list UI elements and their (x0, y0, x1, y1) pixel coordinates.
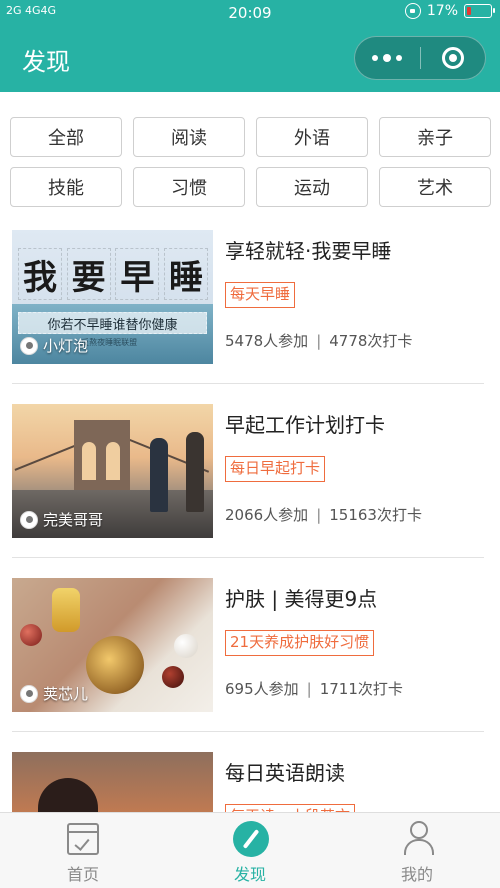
tab-mine[interactable]: 我的 (334, 813, 500, 888)
user-icon (402, 821, 434, 857)
item-title: 每日英语朗读 (225, 761, 345, 785)
stats-separator: | (306, 680, 312, 698)
author-name: 小灯泡 (43, 337, 89, 355)
participants-count: 5478人参加 (225, 332, 309, 350)
item-divider (12, 731, 484, 732)
thumbnail-char: 要 (66, 248, 111, 300)
checkins-count: 1711次打卡 (319, 680, 403, 698)
category-art[interactable]: 艺术 (379, 167, 491, 207)
close-button[interactable] (421, 36, 486, 80)
pearl (174, 634, 198, 658)
thumbnail-char: 我 (18, 248, 62, 300)
home-check-icon (67, 823, 99, 855)
page-title: 发现 (22, 48, 70, 76)
list-item[interactable]: 我 要 早 睡 你若不早睡谁替你健康 · 反熬夜睡眠联盟 小灯泡 享轻就轻·我要… (0, 213, 500, 387)
red-ball (20, 624, 42, 646)
item-title: 享轻就轻·我要早睡 (225, 239, 392, 263)
challenge-list: 我 要 早 睡 你若不早睡谁替你健康 · 反熬夜睡眠联盟 小灯泡 享轻就轻·我要… (0, 213, 500, 888)
gold-jar (86, 636, 144, 694)
red-ball (162, 666, 184, 688)
author-name: 完美哥哥 (43, 511, 104, 529)
checkins-count: 15163次打卡 (329, 506, 422, 524)
thumbnail-title: 我 要 早 睡 (18, 248, 208, 300)
avatar (20, 336, 38, 355)
status-right: 17% (404, 3, 495, 19)
list-item[interactable]: 完美哥哥 早起工作计划打卡 每日早起打卡 2066人参加 | 15163次打卡 (0, 387, 500, 561)
stats-separator: | (316, 332, 322, 350)
tab-label: 首页 (66, 865, 99, 884)
runner-figure (150, 438, 168, 512)
thumbnail-char: 早 (115, 248, 160, 300)
checkins-count: 4778次打卡 (329, 332, 413, 350)
item-thumbnail: 我 要 早 睡 你若不早睡谁替你健康 · 反熬夜睡眠联盟 小灯泡 (12, 230, 213, 364)
category-language[interactable]: 外语 (256, 117, 368, 157)
item-author: 小灯泡 (20, 335, 88, 356)
rotation-lock-icon (404, 3, 421, 19)
item-tag: 每日早起打卡 (225, 456, 326, 482)
category-reading[interactable]: 阅读 (133, 117, 245, 157)
status-bar: 2G 4G4G 20:09 17% (0, 0, 500, 26)
battery-icon (464, 4, 495, 18)
participants-count: 2066人参加 (225, 506, 309, 524)
more-dot-icon (396, 55, 403, 61)
thumbnail-subtitle: 你若不早睡谁替你健康 (18, 312, 207, 334)
more-dot-icon (372, 55, 379, 61)
target-close-icon (441, 47, 464, 69)
thumbnail-char: 睡 (163, 248, 208, 300)
serum-bottle (52, 588, 80, 632)
more-dot-icon (383, 54, 392, 62)
item-divider (12, 383, 484, 384)
participants-count: 695人参加 (225, 680, 299, 698)
tab-bar: 首页 发现 我的 (0, 812, 500, 888)
item-stats: 2066人参加 | 15163次打卡 (225, 504, 422, 525)
item-tag: 每天早睡 (225, 282, 296, 308)
battery-fill (467, 7, 471, 15)
avatar (20, 684, 38, 703)
tab-label: 发现 (233, 865, 266, 884)
item-author: 荚芯儿 (20, 683, 88, 704)
item-tag: 21天养成护肤好习惯 (225, 630, 375, 656)
more-button[interactable] (355, 36, 420, 80)
bridge-tower (74, 420, 130, 498)
item-stats: 5478人参加 | 4778次打卡 (225, 330, 412, 351)
author-name: 荚芯儿 (43, 685, 89, 703)
avatar (20, 510, 38, 529)
tab-home[interactable]: 首页 (0, 813, 166, 888)
category-skills[interactable]: 技能 (10, 167, 122, 207)
category-habits[interactable]: 习惯 (133, 167, 245, 207)
category-all[interactable]: 全部 (10, 117, 122, 157)
item-title: 早起工作计划打卡 (225, 413, 385, 437)
runner-figure (186, 432, 204, 512)
category-parenting[interactable]: 亲子 (379, 117, 491, 157)
item-author: 完美哥哥 (20, 509, 103, 530)
compass-icon (233, 821, 269, 857)
item-thumbnail: 完美哥哥 (12, 404, 213, 538)
tab-discover[interactable]: 发现 (167, 813, 333, 888)
stats-separator: | (316, 506, 322, 524)
item-stats: 695人参加 | 1711次打卡 (225, 678, 403, 699)
item-divider (12, 557, 484, 558)
mini-program-capsule (354, 36, 486, 80)
item-thumbnail: 荚芯儿 (12, 578, 213, 712)
tab-label: 我的 (400, 865, 433, 884)
battery-percent: 17% (426, 3, 458, 19)
item-title: 护肤 | 美得更9点 (225, 587, 378, 611)
nav-header: 发现 (0, 26, 500, 92)
category-sports[interactable]: 运动 (256, 167, 368, 207)
list-item[interactable]: 荚芯儿 护肤 | 美得更9点 21天养成护肤好习惯 695人参加 | 1711次打卡 (0, 561, 500, 735)
category-grid: 全部 阅读 外语 亲子 技能 习惯 运动 艺术 (10, 117, 491, 207)
